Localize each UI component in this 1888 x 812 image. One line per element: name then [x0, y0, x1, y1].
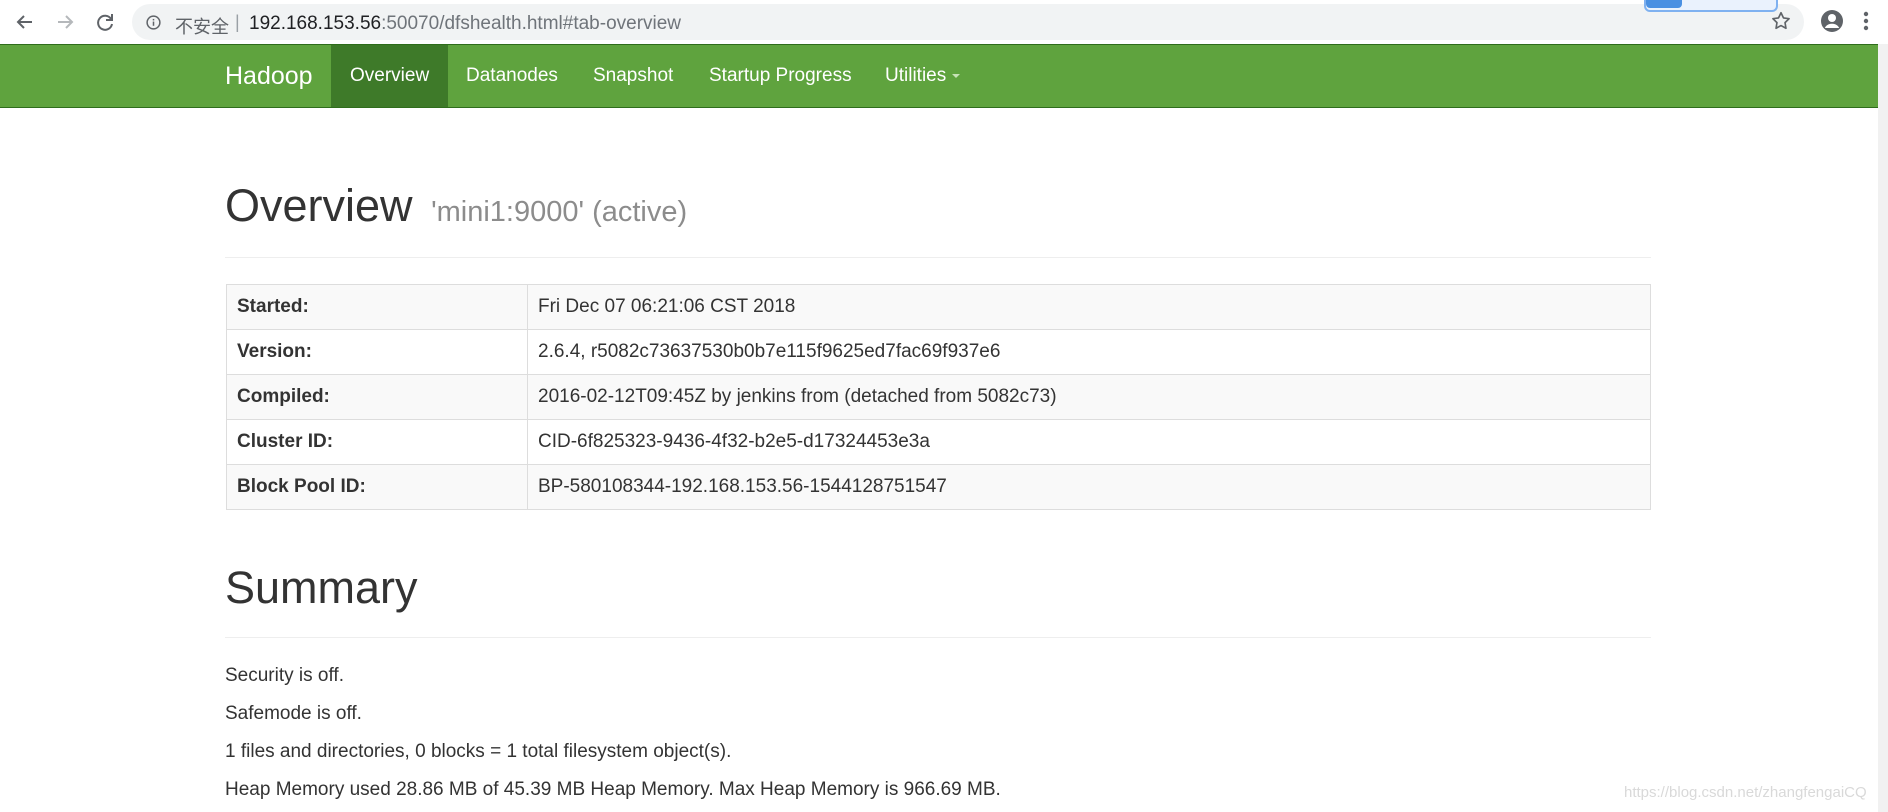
table-row: Cluster ID: CID-6f825323-9436-4f32-b2e5-… — [226, 419, 1651, 465]
url-separator: | — [235, 12, 240, 32]
heap-memory: Heap Memory used 28.86 MB of 45.39 MB He… — [225, 779, 1001, 800]
url-path: :50070/dfshealth.html#tab-overview — [381, 13, 682, 34]
navbar: Hadoop Overview Datanodes Snapshot Start… — [0, 44, 1878, 108]
row-value: BP-580108344-192.168.153.56-154412875154… — [527, 464, 1651, 510]
tab-overview[interactable]: Overview — [331, 45, 449, 107]
table-row: Compiled: 2016-02-12T09:45Z by jenkins f… — [226, 374, 1651, 420]
watermark: https://blog.csdn.net/zhangfengaiCQ — [1624, 784, 1867, 801]
page-title: Overview 'mini1:9000' (active) — [225, 180, 687, 232]
brand-logo[interactable]: Hadoop — [225, 62, 313, 91]
security-status: Security is off. — [225, 665, 344, 686]
tab-utilities-label: Utilities — [885, 65, 947, 86]
insecure-label: 不安全 — [175, 17, 229, 37]
row-value: Fri Dec 07 06:21:06 CST 2018 — [527, 284, 1651, 330]
safemode-status: Safemode is off. — [225, 703, 362, 724]
table-row: Block Pool ID: BP-580108344-192.168.153.… — [226, 464, 1651, 510]
row-value: 2016-02-12T09:45Z by jenkins from (detac… — [527, 374, 1651, 420]
address-bar[interactable]: 不安全 | 192.168.153.56:50070/dfshealth.htm… — [132, 4, 1804, 40]
forward-arrow-icon[interactable] — [52, 9, 78, 35]
scrollbar[interactable] — [1878, 44, 1888, 812]
browser-toolbar: 不安全 | 192.168.153.56:50070/dfshealth.htm… — [0, 0, 1888, 44]
row-label: Block Pool ID: — [226, 464, 528, 510]
page-title-text: Overview — [225, 180, 413, 231]
table-row: Version: 2.6.4, r5082c73637530b0b7e115f9… — [226, 329, 1651, 375]
back-arrow-icon[interactable] — [12, 9, 38, 35]
row-label: Cluster ID: — [226, 419, 528, 465]
table-row: Started: Fri Dec 07 06:21:06 CST 2018 — [226, 284, 1651, 330]
row-label: Started: — [226, 284, 528, 330]
reload-icon[interactable] — [92, 9, 118, 35]
menu-icon[interactable] — [1862, 10, 1870, 37]
star-icon[interactable] — [1770, 10, 1792, 37]
url-text[interactable]: 192.168.153.56:50070/dfshealth.html#tab-… — [249, 13, 681, 35]
filesystem-objects: 1 files and directories, 0 blocks = 1 to… — [225, 741, 732, 762]
row-value: 2.6.4, r5082c73637530b0b7e115f9625ed7fac… — [527, 329, 1651, 375]
summary-title: Summary — [225, 562, 418, 613]
tab-utilities[interactable]: Utilities — [866, 45, 979, 107]
info-icon[interactable] — [146, 15, 161, 35]
row-value: CID-6f825323-9436-4f32-b2e5-d17324453e3a — [527, 419, 1651, 465]
extension-badge[interactable] — [1644, 0, 1778, 12]
account-icon[interactable] — [1820, 9, 1844, 38]
divider — [225, 637, 1651, 638]
caret-down-icon — [952, 73, 961, 78]
namenode-subtitle: 'mini1:9000' (active) — [431, 196, 688, 228]
tab-datanodes[interactable]: Datanodes — [447, 45, 577, 107]
tab-snapshot[interactable]: Snapshot — [574, 45, 692, 107]
row-label: Compiled: — [226, 374, 528, 420]
extension-logo-icon — [1646, 0, 1682, 8]
divider — [225, 257, 1651, 258]
row-label: Version: — [226, 329, 528, 375]
url-host: 192.168.153.56 — [249, 13, 382, 34]
overview-table: Started: Fri Dec 07 06:21:06 CST 2018 Ve… — [226, 284, 1651, 510]
tab-startup-progress[interactable]: Startup Progress — [690, 45, 871, 107]
